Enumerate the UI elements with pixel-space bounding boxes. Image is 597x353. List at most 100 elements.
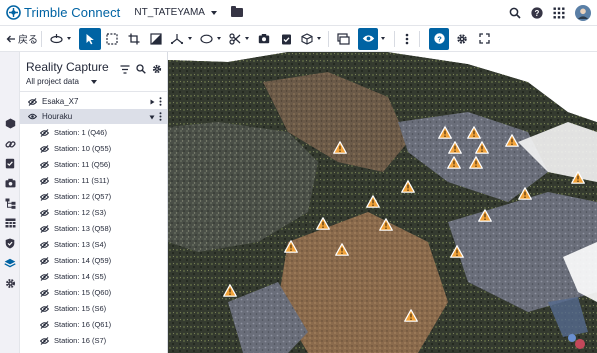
station-row[interactable]: Station: 15 (S6): [20, 301, 167, 316]
station-marker-warning-icon[interactable]: [469, 156, 483, 169]
visibility-off-icon[interactable]: [40, 208, 49, 217]
visibility-options-button[interactable]: [378, 28, 388, 50]
settings-button[interactable]: [451, 28, 473, 50]
views-button[interactable]: [332, 28, 354, 50]
station-marker-warning-icon[interactable]: [571, 171, 585, 184]
visibility-on-icon[interactable]: [28, 113, 37, 120]
visibility-off-icon[interactable]: [40, 176, 49, 185]
station-row[interactable]: Station: 11 (S11): [20, 173, 167, 188]
object-display-button[interactable]: [297, 28, 325, 50]
search-icon[interactable]: [509, 7, 521, 19]
station-marker-warning-icon[interactable]: [401, 180, 415, 193]
station-row[interactable]: Station: 13 (Q58): [20, 221, 167, 236]
data-filter-dropdown[interactable]: All project data: [26, 77, 97, 86]
station-marker-warning-icon[interactable]: [379, 218, 393, 231]
hierarchy-icon[interactable]: [4, 197, 16, 209]
station-row[interactable]: Station: 11 (Q56): [20, 157, 167, 172]
station-row[interactable]: Station: 10 (Q55): [20, 141, 167, 156]
visibility-off-icon[interactable]: [40, 320, 49, 329]
visibility-off-icon[interactable]: [40, 160, 49, 169]
station-marker-warning-icon[interactable]: [505, 134, 519, 147]
station-row[interactable]: Station: 14 (S5): [20, 269, 167, 284]
station-marker-warning-icon[interactable]: [223, 284, 237, 297]
folder-icon[interactable]: [230, 6, 243, 17]
station-marker-warning-icon[interactable]: [404, 309, 418, 322]
station-marker-warning-icon[interactable]: [475, 141, 489, 154]
camera-icon[interactable]: [4, 177, 16, 189]
visibility-off-icon[interactable]: [40, 256, 49, 265]
station-marker-warning-icon[interactable]: [450, 245, 464, 258]
visibility-off-icon[interactable]: [40, 288, 49, 297]
station-marker-warning-icon[interactable]: [316, 217, 330, 230]
orbit-tool-button[interactable]: [45, 28, 75, 50]
station-marker-warning-icon[interactable]: [478, 209, 492, 222]
help-panel-button[interactable]: ?: [429, 27, 449, 50]
station-marker-warning-icon[interactable]: [366, 195, 380, 208]
station-marker-warning-icon[interactable]: [335, 243, 349, 256]
station-marker-warning-icon[interactable]: [447, 156, 461, 169]
more-vertical-icon[interactable]: [159, 112, 162, 123]
visibility-off-icon[interactable]: [28, 97, 37, 106]
collapse-arrow-icon[interactable]: [149, 113, 155, 122]
snapshot-button[interactable]: [253, 28, 275, 50]
tree-group-houraku[interactable]: Houraku: [20, 109, 167, 124]
measure-tool-button[interactable]: [167, 28, 195, 50]
station-row[interactable]: Station: 15 (Q60): [20, 285, 167, 300]
sort-icon[interactable]: [120, 64, 130, 74]
link-icon[interactable]: [4, 138, 16, 150]
markup-shape-button[interactable]: [195, 28, 225, 50]
shield-icon[interactable]: [4, 237, 16, 249]
station-row[interactable]: Station: 12 (Q57): [20, 189, 167, 204]
visibility-button[interactable]: [358, 27, 378, 50]
visibility-off-icon[interactable]: [40, 128, 49, 137]
fullscreen-button[interactable]: [473, 28, 495, 50]
user-avatar-icon[interactable]: [575, 5, 591, 21]
back-button[interactable]: 戻る: [6, 28, 38, 50]
box-select-button[interactable]: [101, 28, 123, 50]
eye-icon: [362, 34, 375, 43]
visibility-off-icon[interactable]: [40, 304, 49, 313]
cut-tool-button[interactable]: [225, 28, 253, 50]
more-options-button[interactable]: [398, 28, 416, 50]
settings-gear-icon[interactable]: [4, 277, 16, 289]
station-row[interactable]: Station: 14 (Q59): [20, 253, 167, 268]
station-row[interactable]: Station: 1 (Q46): [20, 125, 167, 140]
station-marker-warning-icon[interactable]: [284, 240, 298, 253]
brand[interactable]: Trimble Connect: [6, 5, 120, 20]
visibility-off-icon[interactable]: [40, 224, 49, 233]
station-label: Station: 1 (Q46): [54, 128, 107, 137]
clipboard-check-icon[interactable]: [4, 157, 16, 169]
gear-icon[interactable]: [152, 64, 162, 74]
station-row[interactable]: Station: 16 (S7): [20, 333, 167, 348]
visibility-off-icon[interactable]: [40, 240, 49, 249]
table-icon[interactable]: [4, 217, 16, 229]
tree-group-esaka[interactable]: Esaka_X7: [20, 94, 167, 109]
search-icon[interactable]: [136, 64, 146, 74]
point-cloud-viewport[interactable]: [168, 52, 597, 353]
station-marker-warning-icon[interactable]: [448, 141, 462, 154]
expand-arrow-icon[interactable]: [150, 98, 155, 107]
station-row[interactable]: Station: 12 (S3): [20, 205, 167, 220]
apps-grid-icon[interactable]: [553, 7, 565, 19]
station-marker-warning-icon[interactable]: [333, 141, 347, 154]
more-vertical-icon[interactable]: [159, 97, 162, 108]
station-row[interactable]: Station: 13 (S4): [20, 237, 167, 252]
toolbar-divider: [394, 30, 395, 47]
cube-icon[interactable]: [4, 117, 16, 129]
station-marker-warning-icon[interactable]: [438, 126, 452, 139]
visibility-off-icon[interactable]: [40, 192, 49, 201]
clip-tool-button[interactable]: [123, 28, 145, 50]
todo-button[interactable]: [275, 28, 297, 50]
select-tool-button[interactable]: [79, 27, 101, 50]
station-row[interactable]: Station: 16 (Q61): [20, 317, 167, 332]
station-marker-warning-icon[interactable]: [518, 187, 532, 200]
help-icon[interactable]: ?: [531, 7, 543, 19]
visibility-off-icon[interactable]: [40, 272, 49, 281]
visibility-off-icon[interactable]: [40, 144, 49, 153]
layers-icon[interactable]: [4, 257, 16, 269]
section-tool-button[interactable]: [145, 28, 167, 50]
station-marker-warning-icon[interactable]: [467, 126, 481, 139]
visibility-off-icon[interactable]: [40, 336, 49, 345]
project-selector[interactable]: NT_TATEYAMA: [134, 7, 217, 18]
station-label: Station: 14 (Q59): [54, 256, 112, 265]
